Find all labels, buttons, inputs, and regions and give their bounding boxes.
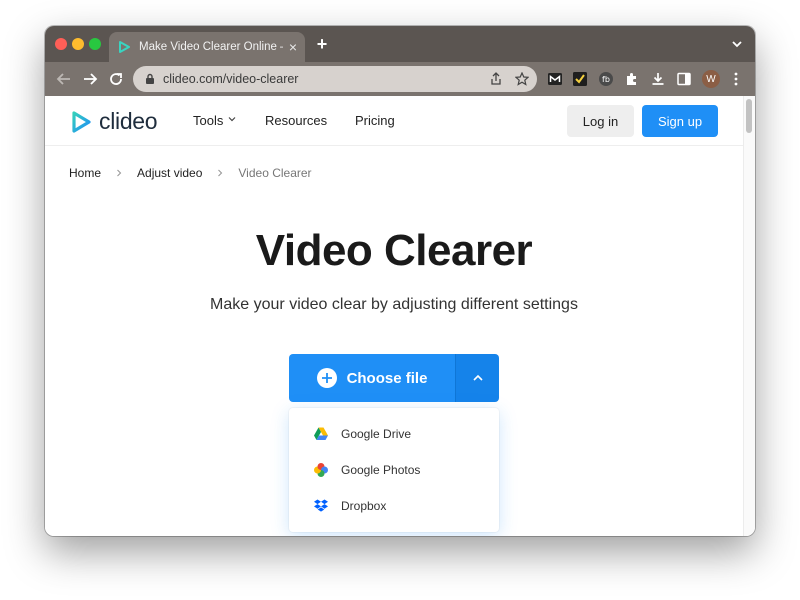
menu-item-dropbox[interactable]: Dropbox	[313, 498, 386, 514]
close-window-button[interactable]	[55, 38, 67, 50]
browser-tab[interactable]: Make Video Clearer Online — Clideo ×	[109, 32, 305, 62]
breadcrumb: Home Adjust video Video Clearer	[69, 166, 312, 180]
site-header: clideo Tools Resources Pricing Log in Si…	[45, 96, 743, 146]
page-content: clideo Tools Resources Pricing Log in Si…	[45, 96, 755, 536]
back-arrow-icon[interactable]	[55, 70, 73, 88]
address-bar[interactable]: clideo.com/video-clearer	[133, 66, 537, 92]
browser-toolbar: clideo.com/video-clearer fb W	[45, 62, 755, 96]
nav-tools-label: Tools	[193, 113, 224, 128]
tab-search-chevron-icon[interactable]	[731, 38, 743, 50]
breadcrumb-current: Video Clearer	[238, 166, 312, 180]
chevron-up-icon	[472, 374, 483, 381]
profile-avatar[interactable]: W	[702, 70, 720, 88]
menu-item-google-photos[interactable]: Google Photos	[313, 462, 420, 478]
tab-strip: Make Video Clearer Online — Clideo × +	[45, 26, 755, 62]
download-icon[interactable]	[650, 71, 666, 87]
logo-text: clideo	[99, 108, 158, 134]
forward-arrow-icon[interactable]	[81, 70, 99, 88]
choose-file-label: Choose file	[346, 369, 428, 387]
maximize-window-button[interactable]	[89, 38, 101, 50]
login-button[interactable]: Log in	[567, 105, 634, 137]
url-text: clideo.com/video-clearer	[163, 72, 299, 86]
nav-pricing[interactable]: Pricing	[355, 113, 395, 128]
dropbox-icon	[314, 499, 328, 512]
share-icon[interactable]	[489, 72, 503, 86]
tab-title: Make Video Clearer Online — Clideo	[139, 41, 283, 53]
new-tab-button[interactable]: +	[312, 34, 332, 55]
minimize-window-button[interactable]	[72, 38, 84, 50]
choose-file-button[interactable]: Choose file	[289, 354, 455, 402]
menu-item-label: Dropbox	[341, 499, 387, 513]
translate-extension-icon[interactable]: fb	[598, 71, 614, 87]
menu-item-label: Google Photos	[341, 463, 421, 477]
menu-item-label: Google Drive	[341, 427, 412, 441]
clideo-logo-icon	[72, 110, 91, 133]
chevron-right-icon	[117, 169, 122, 177]
nav-resources[interactable]: Resources	[265, 113, 327, 128]
svg-text:fb: fb	[602, 75, 610, 84]
page-subtitle: Make your video clear by adjusting diffe…	[210, 296, 578, 313]
lock-icon	[146, 73, 154, 84]
scrollbar-thumb[interactable]	[746, 99, 752, 133]
chevron-down-icon	[228, 117, 236, 122]
breadcrumb-home[interactable]: Home	[69, 166, 101, 180]
nav-tools[interactable]: Tools	[193, 113, 236, 128]
upload-source-menu: Google Drive Google Photos Dropbox	[289, 408, 499, 532]
bookmark-star-icon[interactable]	[515, 72, 529, 86]
side-panel-icon[interactable]	[676, 71, 692, 87]
menu-item-google-drive[interactable]: Google Drive	[313, 426, 411, 442]
google-photos-icon	[314, 463, 328, 477]
page-title: Video Clearer	[255, 226, 533, 275]
checkbox-extension-icon[interactable]	[572, 71, 588, 87]
google-drive-icon	[314, 427, 328, 440]
reload-icon[interactable]	[107, 70, 125, 88]
gmail-extension-icon[interactable]	[547, 71, 563, 87]
browser-menu-icon[interactable]	[733, 71, 739, 87]
tab-close-icon[interactable]: ×	[289, 40, 297, 54]
plus-icon	[316, 368, 337, 388]
clideo-logo[interactable]: clideo	[69, 108, 158, 135]
signup-button[interactable]: Sign up	[642, 105, 718, 137]
clideo-favicon-icon	[119, 41, 130, 53]
page-scrollbar[interactable]	[743, 96, 755, 536]
extensions-puzzle-icon[interactable]	[624, 71, 640, 87]
browser-window: Make Video Clearer Online — Clideo × + c…	[45, 26, 755, 536]
chevron-right-icon	[218, 169, 223, 177]
breadcrumb-adjust-video[interactable]: Adjust video	[137, 166, 202, 180]
upload-options-toggle[interactable]	[455, 354, 499, 402]
